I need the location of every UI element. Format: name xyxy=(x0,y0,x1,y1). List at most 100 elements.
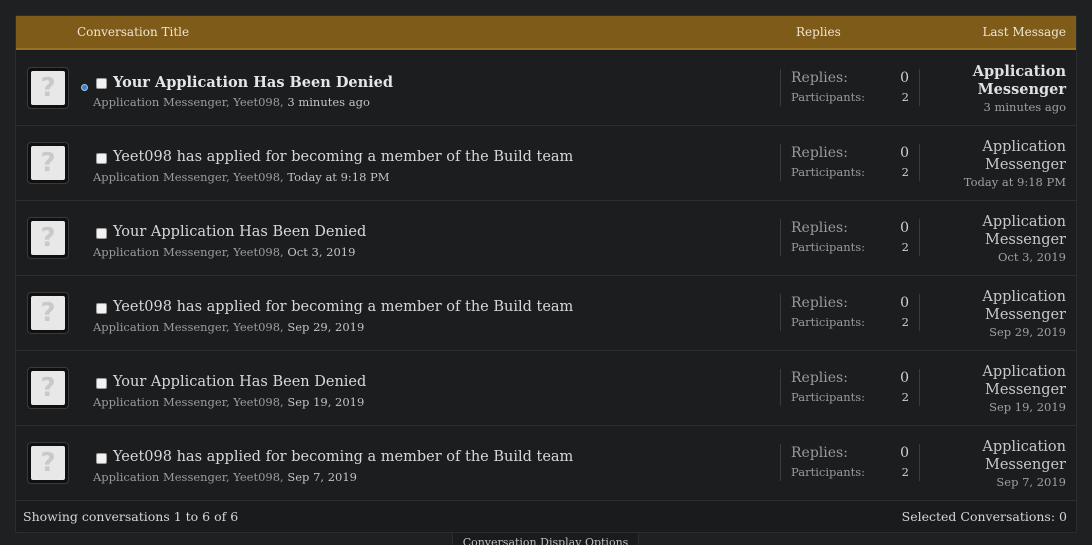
conversation-meta: Application Messenger, Yeet098, Oct 3, 2… xyxy=(93,245,355,259)
column-header-last-message[interactable]: Last Message xyxy=(982,25,1066,39)
unknown-user-icon: ? xyxy=(31,446,65,480)
unknown-user-icon: ? xyxy=(31,371,65,405)
unread-indicator-icon xyxy=(81,84,88,91)
conversation-stats: Replies: 0 Participants: 2 xyxy=(780,369,920,406)
conversation-stats: Replies: 0 Participants: 2 xyxy=(780,219,920,256)
conversation-title-link[interactable]: Your Application Has Been Denied xyxy=(113,374,366,390)
conversation-starters[interactable]: Application Messenger, Yeet098, xyxy=(93,395,287,409)
replies-count: 0 xyxy=(900,445,909,461)
conversation-meta: Application Messenger, Yeet098, Sep 7, 2… xyxy=(93,470,357,484)
replies-label: Replies: xyxy=(791,220,848,236)
replies-label: Replies: xyxy=(791,295,848,311)
last-message-time[interactable]: Oct 3, 2019 xyxy=(956,250,1066,264)
participants-count: 2 xyxy=(901,390,909,404)
conversation-stats: Replies: 0 Participants: 2 xyxy=(780,69,920,106)
conversation-title-link[interactable]: Your Application Has Been Denied xyxy=(113,224,366,240)
select-checkbox[interactable] xyxy=(96,78,107,89)
replies-count: 0 xyxy=(900,370,909,386)
column-header-replies[interactable]: Replies xyxy=(796,25,841,39)
participants-label: Participants: xyxy=(791,165,866,179)
select-checkbox[interactable] xyxy=(96,303,107,314)
conversation-start-date: Oct 3, 2019 xyxy=(287,245,356,259)
conversation-title-link[interactable]: Yeet098 has applied for becoming a membe… xyxy=(113,149,573,165)
last-author-line-1[interactable]: Application xyxy=(956,213,1066,231)
replies-count: 0 xyxy=(900,295,909,311)
avatar[interactable]: ? xyxy=(27,367,69,409)
avatar[interactable]: ? xyxy=(27,67,69,109)
conversation-starters[interactable]: Application Messenger, Yeet098, xyxy=(93,170,287,184)
display-options-tab[interactable]: Conversation Display Options xyxy=(452,533,639,545)
last-author-line-1[interactable]: Application xyxy=(956,288,1066,306)
conversation-row[interactable]: ? Your Application Has Been Denied Applica… xyxy=(16,51,1076,126)
last-author-line-2[interactable]: Messenger xyxy=(956,81,1066,99)
replies-count: 0 xyxy=(900,70,909,86)
conversation-title-link[interactable]: Your Application Has Been Denied xyxy=(113,74,393,91)
participants-label: Participants: xyxy=(791,90,866,104)
conversation-row[interactable]: ? Your Application Has Been Denied Applica… xyxy=(16,351,1076,426)
last-message: Application Messenger Oct 3, 2019 xyxy=(956,213,1066,264)
last-message: Application Messenger Today at 9:18 PM xyxy=(956,138,1066,189)
last-message-time[interactable]: Sep 7, 2019 xyxy=(956,475,1066,489)
participants-count: 2 xyxy=(901,165,909,179)
unknown-user-icon: ? xyxy=(31,296,65,330)
last-author-line-2[interactable]: Messenger xyxy=(956,231,1066,249)
last-author-line-2[interactable]: Messenger xyxy=(956,381,1066,399)
last-message-author[interactable]: Application Messenger xyxy=(956,213,1066,249)
column-header-title[interactable]: Conversation Title xyxy=(77,25,189,39)
participants-count: 2 xyxy=(901,315,909,329)
replies-label: Replies: xyxy=(791,445,848,461)
avatar[interactable]: ? xyxy=(27,142,69,184)
last-message-time[interactable]: Sep 29, 2019 xyxy=(956,325,1066,339)
conversation-list-panel: Conversation Title Replies Last Message … xyxy=(15,15,1077,533)
last-message-author[interactable]: Application Messenger xyxy=(956,138,1066,174)
last-message-author[interactable]: Application Messenger xyxy=(956,438,1066,474)
list-footer: Showing conversations 1 to 6 of 6 Select… xyxy=(16,500,1076,532)
unknown-user-icon: ? xyxy=(31,146,65,180)
last-author-line-1[interactable]: Application xyxy=(956,438,1066,456)
last-author-line-1[interactable]: Application xyxy=(956,363,1066,381)
conversation-starters[interactable]: Application Messenger, Yeet098, xyxy=(93,470,287,484)
conversation-meta: Application Messenger, Yeet098, Sep 19, … xyxy=(93,395,364,409)
last-message-time[interactable]: Sep 19, 2019 xyxy=(956,400,1066,414)
conversation-starters[interactable]: Application Messenger, Yeet098, xyxy=(93,245,287,259)
conversation-row[interactable]: ? Yeet098 has applied for becoming a memb… xyxy=(16,426,1076,501)
conversation-title-link[interactable]: Yeet098 has applied for becoming a membe… xyxy=(113,449,573,465)
select-checkbox[interactable] xyxy=(96,453,107,464)
last-message-time[interactable]: Today at 9:18 PM xyxy=(956,175,1066,189)
conversation-starters[interactable]: Application Messenger, Yeet098, xyxy=(93,95,287,109)
conversation-row[interactable]: ? Your Application Has Been Denied Applica… xyxy=(16,201,1076,276)
conversation-starters[interactable]: Application Messenger, Yeet098, xyxy=(93,320,287,334)
replies-label: Replies: xyxy=(791,145,848,161)
conversation-start-date: Sep 7, 2019 xyxy=(287,470,357,484)
last-author-line-1[interactable]: Application xyxy=(956,63,1066,81)
last-message-author[interactable]: Application Messenger xyxy=(956,288,1066,324)
participants-count: 2 xyxy=(901,90,909,104)
conversation-meta: Application Messenger, Yeet098, Today at… xyxy=(93,170,390,184)
last-author-line-2[interactable]: Messenger xyxy=(956,306,1066,324)
conversation-stats: Replies: 0 Participants: 2 xyxy=(780,144,920,181)
replies-count: 0 xyxy=(900,145,909,161)
conversation-title-link[interactable]: Yeet098 has applied for becoming a membe… xyxy=(113,299,573,315)
conversation-row[interactable]: ? Yeet098 has applied for becoming a memb… xyxy=(16,276,1076,351)
avatar[interactable]: ? xyxy=(27,217,69,259)
participants-label: Participants: xyxy=(791,465,866,479)
last-message-author[interactable]: Application Messenger xyxy=(956,63,1066,99)
select-checkbox[interactable] xyxy=(96,228,107,239)
conversation-row[interactable]: ? Yeet098 has applied for becoming a memb… xyxy=(16,126,1076,201)
unknown-user-icon: ? xyxy=(31,71,65,105)
conversation-stats: Replies: 0 Participants: 2 xyxy=(780,294,920,331)
last-message-author[interactable]: Application Messenger xyxy=(956,363,1066,399)
avatar[interactable]: ? xyxy=(27,292,69,334)
select-checkbox[interactable] xyxy=(96,378,107,389)
last-author-line-2[interactable]: Messenger xyxy=(956,456,1066,474)
conversation-stats: Replies: 0 Participants: 2 xyxy=(780,444,920,481)
last-author-line-2[interactable]: Messenger xyxy=(956,156,1066,174)
last-message-time[interactable]: 3 minutes ago xyxy=(956,100,1067,114)
participants-count: 2 xyxy=(901,465,909,479)
conversation-start-date: Sep 19, 2019 xyxy=(287,395,365,409)
last-author-line-1[interactable]: Application xyxy=(956,138,1066,156)
select-checkbox[interactable] xyxy=(96,153,107,164)
avatar[interactable]: ? xyxy=(27,442,69,484)
unknown-user-icon: ? xyxy=(31,221,65,255)
participants-label: Participants: xyxy=(791,315,866,329)
